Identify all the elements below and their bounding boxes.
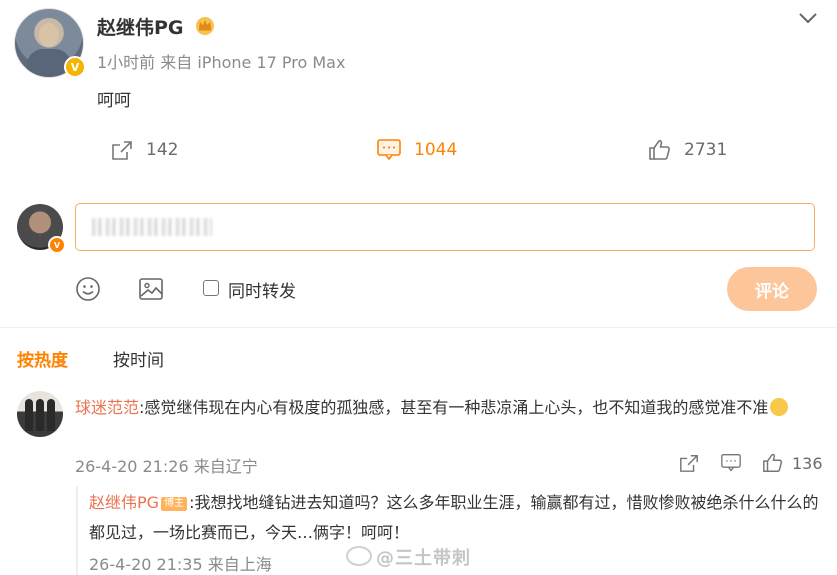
comment-icon — [377, 139, 401, 161]
avatar-figure — [36, 399, 44, 431]
submit-comment-button[interactable]: 评论 — [727, 267, 817, 311]
commenter-name[interactable]: 球迷范范 — [75, 398, 139, 417]
reply-thread-line — [76, 486, 78, 575]
verified-badge-icon: V — [48, 236, 66, 254]
image-icon[interactable] — [138, 276, 164, 302]
share-icon — [680, 455, 698, 472]
avatar-face — [39, 23, 59, 47]
comment-meta: 26-4-20 21:26 来自辽宁 — [75, 457, 258, 476]
reply-body: 赵继伟PG 博主:我想找地缝钻进去知道吗？这么多年职业生涯，输赢都有过，惜败惨败被… — [89, 488, 819, 548]
like-count: 2731 — [684, 140, 728, 160]
verified-badge-icon: V — [64, 56, 86, 78]
share-icon — [112, 141, 132, 160]
thumbs-up-icon — [763, 453, 783, 472]
watermark: @三土带刺 — [346, 544, 471, 570]
like-button[interactable]: 2731 — [648, 137, 727, 163]
comment-share-button[interactable] — [678, 451, 700, 475]
comment-reply-button[interactable] — [720, 451, 742, 475]
blurred-input-text — [92, 218, 212, 236]
emoji-icon — [770, 398, 789, 416]
weibo-logo-icon — [346, 546, 372, 566]
watermark-text: @三土带刺 — [376, 548, 471, 569]
tab-sort-by-hot[interactable]: 按热度 — [17, 346, 68, 371]
author-name[interactable]: 赵继伟PG — [97, 13, 184, 40]
emoji-icon[interactable] — [75, 276, 101, 302]
crown-icon — [196, 17, 214, 35]
reply-meta: 26-4-20 21:35 来自上海 — [89, 555, 272, 574]
avatar-figure — [47, 399, 55, 431]
comment-button[interactable]: 1044 — [376, 137, 457, 163]
reply-author-name[interactable]: 赵继伟PG — [89, 493, 159, 512]
thumbs-up-icon — [649, 139, 670, 160]
tab-sort-by-time[interactable]: 按时间 — [113, 346, 164, 371]
comment-count: 1044 — [414, 140, 458, 160]
repost-checkbox[interactable] — [203, 280, 219, 296]
repost-label[interactable]: 同时转发 — [228, 277, 296, 302]
avatar-figure — [25, 399, 33, 431]
commenter-avatar[interactable] — [17, 391, 63, 437]
reply-text: :我想找地缝钻进去知道吗？这么多年职业生涯，输赢都有过，惜败惨败被绝杀什么什么的… — [89, 493, 819, 542]
comment-icon — [721, 454, 741, 472]
share-count: 142 — [146, 140, 179, 160]
section-divider — [0, 327, 837, 328]
post-text: 呵呵 — [97, 91, 131, 111]
chevron-down-icon[interactable] — [797, 10, 819, 26]
post-meta: 1小时前 来自 iPhone 17 Pro Max — [97, 53, 346, 72]
comment-like-count: 136 — [792, 453, 823, 473]
comment-body: 球迷范范:感觉继伟现在内心有极度的孤独感，甚至有一种悲凉涌上心头，也不知道我的感… — [75, 394, 810, 422]
comment-like-button[interactable]: 136 — [762, 451, 823, 475]
comment-text: :感觉继伟现在内心有极度的孤独感，甚至有一种悲凉涌上心头，也不知道我的感觉准不准 — [139, 398, 769, 417]
author-badge: 博主 — [161, 497, 188, 511]
share-button[interactable]: 142 — [110, 137, 178, 163]
